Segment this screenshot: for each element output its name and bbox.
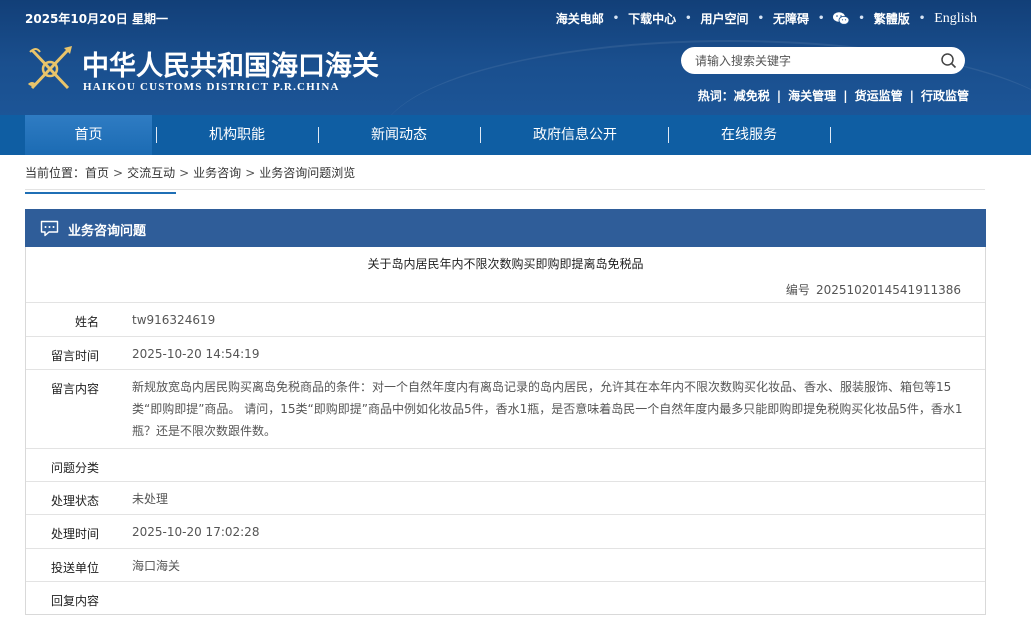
search-box: [681, 47, 965, 74]
customs-emblem-icon[interactable]: [26, 44, 74, 94]
breadcrumb-consultation[interactable]: 业务咨询: [193, 164, 241, 181]
nav-item-home[interactable]: 首页: [25, 115, 152, 155]
breadcrumb-current: 业务咨询问题浏览: [259, 166, 356, 180]
nav-item-online-service[interactable]: 在线服务: [688, 115, 810, 155]
row-value: 新规放宽岛内居民购买离岛免税商品的条件：对一个自然年度内有离岛记录的岛内居民，允…: [132, 380, 963, 438]
breadcrumb-interaction[interactable]: 交流互动: [127, 164, 175, 181]
row-label: 留言内容: [50, 382, 99, 396]
main-nav: 首页 机构职能 新闻动态 政府信息公开 在线服务: [0, 115, 1031, 155]
site-title-english: HAIKOU CUSTOMS DISTRICT P.R.CHINA: [83, 81, 340, 93]
hot-words-label: 热词：: [697, 89, 734, 103]
search-input[interactable]: [695, 51, 935, 70]
question-number: 编号 2025102014541911386: [786, 281, 961, 298]
row-reply: 回复内容: [26, 581, 985, 614]
current-date: 2025年10月20日 星期一: [25, 12, 168, 26]
row-label: 处理时间: [50, 527, 99, 541]
row-value: tw916324619: [132, 313, 216, 327]
row-label: 处理状态: [50, 494, 99, 508]
breadcrumb: 当前位置： 首页 > 交流互动 > 业务咨询 > 业务咨询问题浏览: [25, 164, 356, 181]
question-number-label: 编号: [785, 283, 810, 297]
consultation-panel: 业务咨询问题 关于岛内居民年内不限次数购买即购即提离岛免税品 编号 2025102…: [25, 209, 986, 615]
hot-word-customs-management[interactable]: 海关管理: [788, 87, 836, 104]
row-value: 未处理: [132, 492, 169, 506]
search-icon[interactable]: [940, 52, 957, 69]
row-label: 姓名: [74, 315, 99, 329]
row-label: 留言时间: [50, 349, 99, 363]
row-label: 问题分类: [50, 461, 99, 475]
row-department: 投送单位 海口海关: [26, 548, 985, 581]
breadcrumb-home[interactable]: 首页: [85, 164, 109, 181]
row-value: 2025-10-20 14:54:19: [132, 347, 260, 361]
row-message-content: 留言内容 新规放宽岛内居民购买离岛免税商品的条件：对一个自然年度内有离岛记录的岛…: [26, 369, 985, 448]
breadcrumb-divider: [25, 189, 985, 190]
panel-title: 业务咨询问题: [68, 224, 147, 239]
panel-header: 业务咨询问题: [25, 209, 986, 247]
nav-item-gov-info[interactable]: 政府信息公开: [500, 115, 650, 155]
breadcrumb-label: 当前位置：: [25, 166, 86, 180]
wechat-icon[interactable]: [833, 12, 850, 25]
row-category: 问题分类: [26, 448, 985, 481]
breadcrumb-accent: [25, 192, 176, 194]
row-label: 投送单位: [50, 561, 99, 575]
hot-words: 热词： 减免税 | 海关管理 | 货运监管 | 行政监管: [697, 87, 969, 104]
row-value: 2025-10-20 17:02:28: [132, 525, 260, 539]
row-name: 姓名 tw916324619: [26, 302, 985, 336]
nav-item-institution[interactable]: 机构职能: [176, 115, 298, 155]
site-title: 中华人民共和国海口海关: [82, 51, 379, 82]
question-number-value: 2025102014541911386: [815, 283, 961, 297]
chat-bubble-icon: [40, 220, 59, 237]
site-header: 2025年10月20日 星期一 海关电邮 • 下载中心 • 用户空间 • 无障碍…: [0, 0, 1031, 115]
top-link-english[interactable]: English: [934, 11, 977, 27]
row-status: 处理状态 未处理: [26, 481, 985, 514]
top-link-email[interactable]: 海关电邮: [556, 10, 604, 27]
nav-item-news[interactable]: 新闻动态: [338, 115, 460, 155]
top-link-traditional[interactable]: 繁體版: [874, 10, 910, 27]
row-message-time: 留言时间 2025-10-20 14:54:19: [26, 336, 985, 369]
top-links: 海关电邮 • 下载中心 • 用户空间 • 无障碍 • • 繁體版 • Engli…: [555, 10, 977, 27]
question-title: 关于岛内居民年内不限次数购买即购即提离岛免税品: [367, 257, 644, 271]
top-link-user-space[interactable]: 用户空间: [701, 10, 749, 27]
row-value: 海口海关: [132, 559, 181, 573]
top-link-accessibility[interactable]: 无障碍: [773, 10, 809, 27]
row-label: 回复内容: [50, 594, 99, 608]
hot-word-cargo-supervision[interactable]: 货运监管: [855, 87, 903, 104]
hot-word-tax-reduction[interactable]: 减免税: [734, 87, 770, 104]
hot-word-admin-supervision[interactable]: 行政监管: [921, 87, 969, 104]
top-link-download[interactable]: 下载中心: [628, 10, 676, 27]
row-process-time: 处理时间 2025-10-20 17:02:28: [26, 514, 985, 548]
